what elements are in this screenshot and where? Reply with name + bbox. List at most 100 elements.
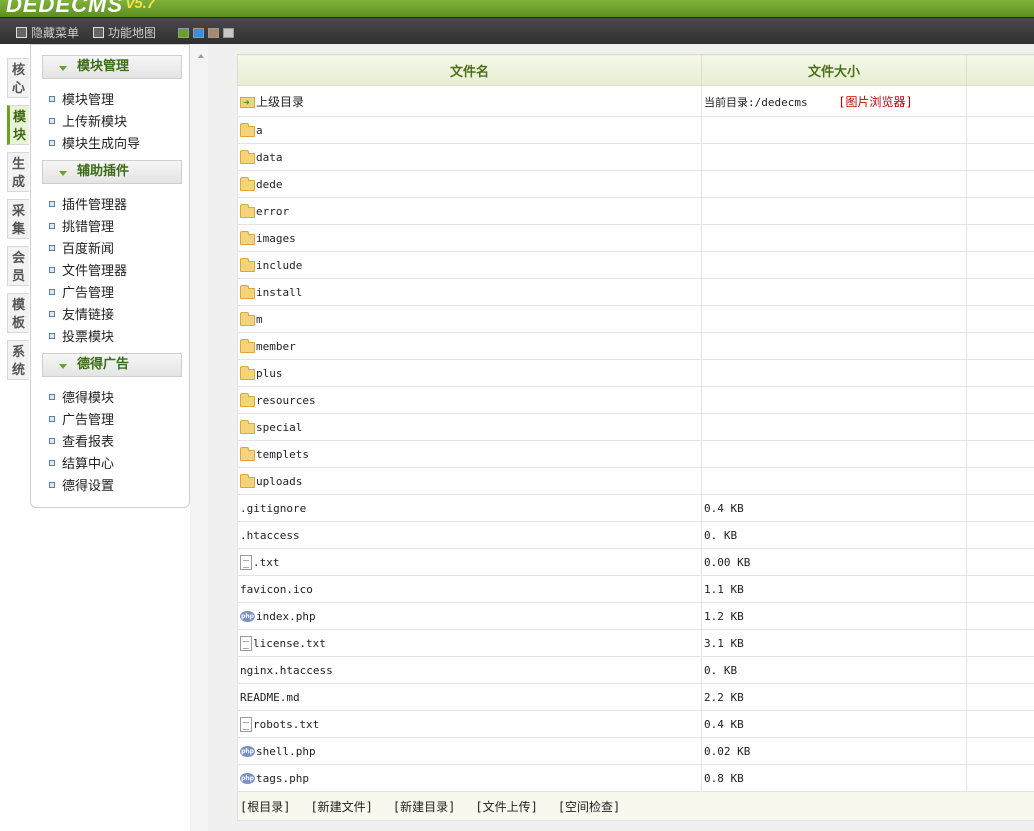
vtab-1[interactable]: 模块 (7, 105, 29, 145)
footer-link-4[interactable]: [空间检查] (558, 800, 620, 814)
sidebar-section-0[interactable]: 模块管理 (42, 55, 182, 79)
vtab-2[interactable]: 生成 (7, 152, 29, 192)
folder-link[interactable]: images (240, 230, 699, 245)
sidebar-item[interactable]: 结算中心 (49, 453, 114, 472)
folder-icon (240, 257, 255, 272)
folder-link[interactable]: data (240, 149, 699, 164)
file-link[interactable]: php index.php (240, 610, 699, 623)
file-link[interactable]: nginx.htaccess (240, 664, 699, 677)
vtab-3[interactable]: 采集 (7, 199, 29, 239)
theme-swatch[interactable] (178, 28, 189, 38)
folder-link[interactable]: templets (240, 446, 699, 461)
footer-link-1[interactable]: [新建文件] (310, 800, 372, 814)
folder-icon (240, 419, 255, 434)
folder-icon (240, 338, 255, 353)
vtab-0[interactable]: 核心 (7, 58, 29, 98)
folder-row: resources (237, 386, 1034, 414)
folder-size (701, 332, 967, 360)
bullet-icon (49, 415, 55, 422)
sidebar-item[interactable]: 插件管理器 (49, 194, 127, 213)
sidebar-section-1[interactable]: 辅助插件 (42, 160, 182, 184)
sidebar-item[interactable]: 上传新模块 (49, 111, 127, 130)
vtab-6[interactable]: 系统 (7, 340, 29, 380)
parent-dir-link[interactable]: 上级目录 (240, 93, 699, 110)
file-link[interactable]: robots.txt (240, 716, 699, 732)
sidebar-item[interactable]: 德得模块 (49, 387, 114, 406)
folder-link[interactable]: error (240, 203, 699, 218)
sidebar-item-label: 德得设置 (62, 479, 115, 494)
vtab-5[interactable]: 模板 (7, 293, 29, 333)
hide-menu-button[interactable]: 隐藏菜单 (16, 24, 79, 41)
sidebar-scroll[interactable] (190, 44, 208, 831)
folder-name: images (256, 231, 296, 245)
folder-actions (966, 197, 1034, 225)
folder-link[interactable]: install (240, 284, 699, 299)
file-link[interactable]: license.txt (240, 635, 699, 651)
file-name: index.php (256, 609, 316, 623)
sidebar-item[interactable]: 德得设置 (49, 475, 114, 494)
folder-row: a (237, 116, 1034, 144)
sidebar-item[interactable]: 友情链接 (49, 304, 114, 323)
folder-name: data (256, 150, 283, 164)
sidebar-item[interactable]: 模块生成向导 (49, 133, 140, 152)
footer-link-2[interactable]: [新建目录] (393, 800, 455, 814)
function-map-button[interactable]: 功能地图 (93, 24, 156, 41)
sidebar-item-label: 模块管理 (62, 93, 115, 108)
bullet-icon (49, 288, 55, 295)
folder-link[interactable]: resources (240, 392, 699, 407)
footer-link-3[interactable]: [文件上传] (475, 800, 537, 814)
file-link[interactable]: php shell.php (240, 745, 699, 758)
folder-actions (966, 251, 1034, 279)
folder-link[interactable]: plus (240, 365, 699, 380)
folder-cell: templets (237, 440, 702, 468)
file-actions (966, 656, 1034, 684)
folder-link[interactable]: member (240, 338, 699, 353)
folder-row: install (237, 278, 1034, 306)
sidebar-item[interactable]: 广告管理 (49, 282, 114, 301)
file-cell: .txt (237, 548, 702, 576)
folder-name: plus (256, 366, 283, 380)
sidebar-item[interactable]: 模块管理 (49, 89, 114, 108)
folder-actions (966, 386, 1034, 414)
bullet-icon (49, 310, 55, 317)
sidebar-item-label: 上传新模块 (62, 115, 128, 130)
file-link[interactable]: README.md (240, 691, 699, 704)
sidebar-item[interactable]: 文件管理器 (49, 260, 127, 279)
folder-cell: error (237, 197, 702, 225)
sidebar-item[interactable]: 广告管理 (49, 409, 114, 428)
folder-link[interactable]: uploads (240, 473, 699, 488)
sidebar-section-2[interactable]: 德得广告 (42, 353, 182, 377)
folder-link[interactable]: m (240, 311, 699, 326)
sidebar-item[interactable]: 投票模块 (49, 326, 114, 345)
sidebar-section-title: 德得广告 (77, 357, 130, 372)
folder-link[interactable]: special (240, 419, 699, 434)
file-link[interactable]: .txt (240, 554, 699, 570)
vtab-4[interactable]: 会员 (7, 246, 29, 286)
parent-dir-label: 上级目录 (256, 94, 305, 109)
file-actions (966, 494, 1034, 522)
footer-link-0[interactable]: [根目录] (240, 800, 290, 814)
folder-link[interactable]: a (240, 122, 699, 137)
theme-swatch[interactable] (208, 28, 219, 38)
sidebar-item-label: 文件管理器 (62, 264, 128, 279)
theme-swatch[interactable] (193, 28, 204, 38)
image-browser-link[interactable]: [图片浏览器] (838, 95, 912, 109)
file-cell: favicon.ico (237, 575, 702, 603)
folder-link[interactable]: include (240, 257, 699, 272)
folder-actions (966, 170, 1034, 198)
sidebar-item[interactable]: 挑错管理 (49, 216, 114, 235)
folder-row: m (237, 305, 1034, 333)
folder-cell: install (237, 278, 702, 306)
theme-swatch[interactable] (223, 28, 234, 38)
file-actions (966, 548, 1034, 576)
file-link[interactable]: .htaccess (240, 529, 699, 542)
file-actions (966, 575, 1034, 603)
file-link[interactable]: php tags.php (240, 772, 699, 785)
folder-link[interactable]: dede (240, 176, 699, 191)
file-row: php tags.php 0.8 KB (237, 764, 1034, 792)
hide-menu-label: 隐藏菜单 (31, 26, 80, 40)
sidebar-item[interactable]: 百度新闻 (49, 238, 114, 257)
file-link[interactable]: .gitignore (240, 502, 699, 515)
sidebar-item[interactable]: 查看报表 (49, 431, 114, 450)
file-link[interactable]: favicon.ico (240, 583, 699, 596)
